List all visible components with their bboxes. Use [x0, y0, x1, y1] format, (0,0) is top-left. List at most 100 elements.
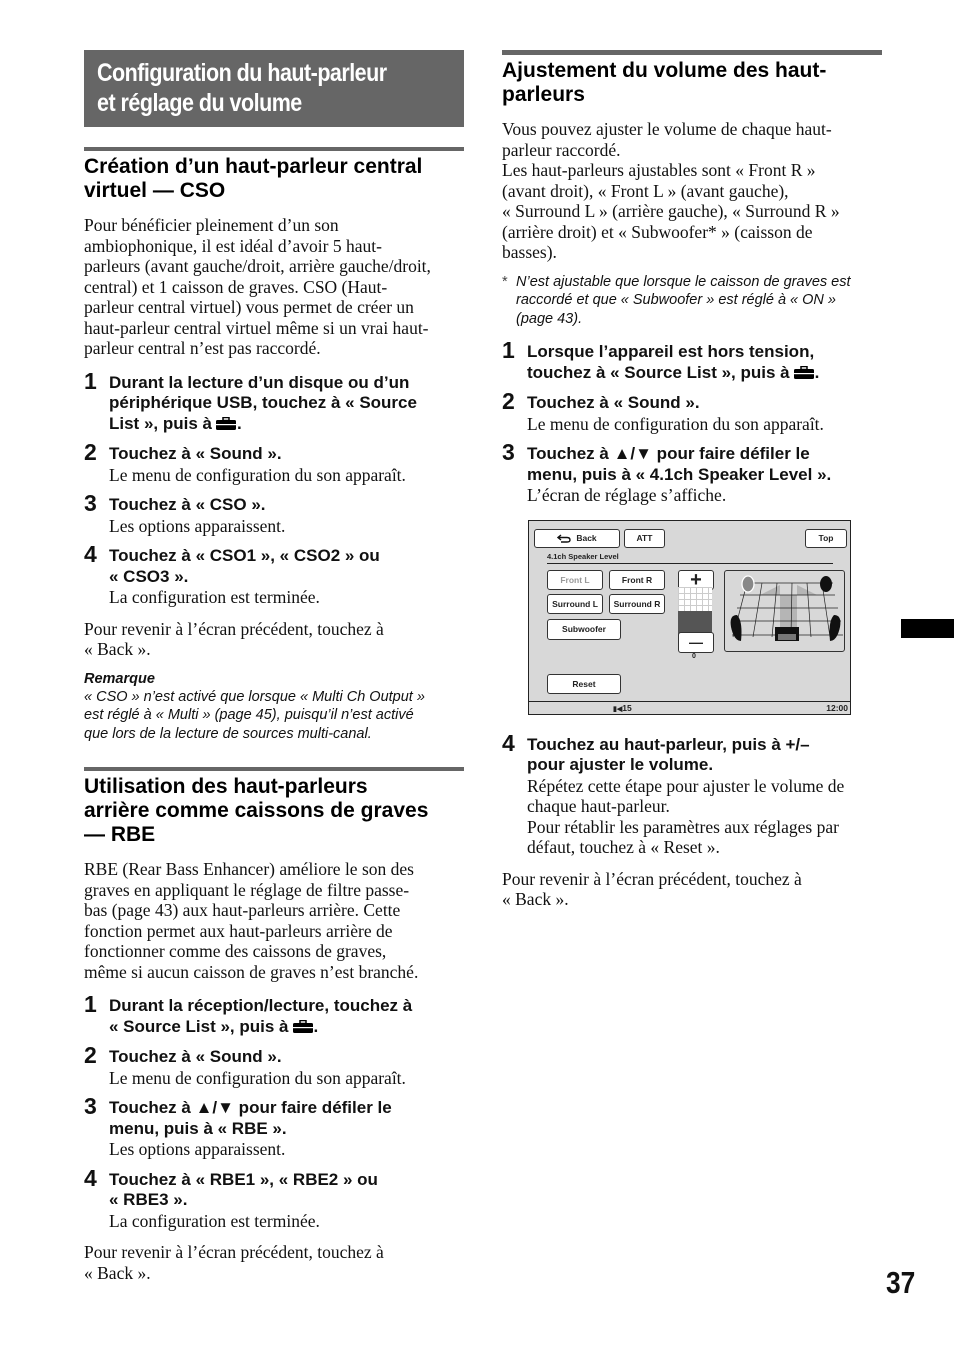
front-r-button[interactable]: Front R: [609, 569, 665, 590]
remark-title: Remarque: [84, 670, 155, 687]
screen-title: 4.1ch Speaker Level: [547, 551, 619, 561]
step-title: Touchez à « Sound ».: [527, 393, 882, 414]
surround-l-label: Surround L: [552, 598, 598, 609]
step-title-line: Touchez à « CSO ».: [109, 495, 266, 514]
surround-left-speaker-icon: [730, 614, 742, 641]
step-description: Le menu de configuration du son apparaît…: [109, 465, 464, 486]
step-title-line: « CSO3 ».: [109, 566, 189, 586]
step-title-line: Touchez à « Sound ».: [109, 1047, 282, 1066]
step-description: Le menu de configuration du son apparaît…: [109, 1068, 464, 1089]
surround-l-button[interactable]: Surround L: [547, 593, 603, 614]
step-desc-line: Les options apparaissent.: [109, 515, 286, 536]
back-button[interactable]: Back: [534, 528, 620, 548]
footnote: * N’est ajustable que lorsque le caisson…: [502, 273, 882, 329]
step-title-line: Touchez au haut-parleur, puis à +/–: [527, 734, 810, 754]
text-line: parleurs (avant gauche/droit, arrière ga…: [84, 256, 431, 276]
minus-icon: —: [689, 634, 703, 650]
rbe-step-3: 3 Touchez à ▲/▼ pour faire défiler le me…: [84, 1094, 464, 1160]
toolbox-icon: [215, 416, 236, 430]
att-button[interactable]: ATT: [624, 528, 665, 548]
step-title-line: Touchez à ▲/▼ pour faire défiler le: [527, 444, 810, 463]
text-line: « Surround L » (arrière gauche), « Surro…: [502, 201, 840, 221]
rbe-back-note: Pour revenir à l’écran précédent, touche…: [84, 1242, 464, 1283]
step-desc-line: Le menu de configuration du son apparaît…: [109, 1067, 406, 1088]
section-heading-cso: Création d’un haut-parleur central virtu…: [84, 147, 464, 203]
volume-intro: Vous pouvez ajuster le volume de chaque …: [502, 119, 882, 263]
step-title: Touchez à « RBE1 », « RBE2 » ou « RBE3 »…: [109, 1170, 464, 1211]
minus-button[interactable]: —: [678, 631, 714, 653]
text-line: graves en appliquant le réglage de filtr…: [84, 879, 410, 900]
level-meter: [678, 586, 712, 635]
surround-r-button[interactable]: Surround R: [609, 593, 665, 614]
cso-intro: Pour bénéficier pleinement d’un son ambi…: [84, 215, 464, 359]
step-desc-line: Le menu de configuration du son apparaît…: [109, 464, 406, 485]
text-line: parleur central virtuel) vous permet de …: [84, 297, 414, 317]
step-title: Touchez à « Sound ».: [109, 1047, 464, 1068]
step-number: 4: [502, 729, 515, 756]
reset-button[interactable]: Reset: [547, 673, 621, 694]
cso-back-note: Pour revenir à l’écran précédent, touche…: [84, 619, 464, 660]
front-l-button[interactable]: Front L: [547, 569, 603, 590]
main-title: Configuration du haut-parleur et réglage…: [84, 50, 464, 127]
text-line: N’est ajustable que lorsque le caisson d…: [516, 273, 851, 290]
step-title-line: périphérique USB, touchez à « Source: [109, 393, 417, 412]
top-button[interactable]: Top: [805, 528, 847, 548]
step-number: 1: [84, 367, 97, 394]
cso-step-3: 3 Touchez à « CSO ». Les options apparai…: [84, 491, 464, 536]
step-number: 3: [84, 490, 97, 516]
step-title: Touchez à « Sound ».: [109, 444, 464, 465]
text-line: parleur raccordé.: [502, 139, 621, 160]
text-line: (avant droit), « Front L » (avant gauche…: [502, 180, 789, 201]
step-number: 2: [502, 388, 515, 414]
back-label: Back: [576, 533, 597, 543]
footnote-marker: *: [502, 273, 508, 290]
text-line: Pour revenir à l’écran précédent, touche…: [502, 868, 802, 889]
top-label: Top: [818, 533, 834, 543]
toolbox-icon: [292, 1019, 313, 1033]
text-line: central) et 1 caisson de graves. CSO (Ha…: [84, 276, 388, 297]
text-line: (arrière droit) et « Subwoofer* » (caiss…: [502, 221, 813, 242]
clock: 12:00: [826, 702, 848, 713]
cso-step-4: 4 Touchez à « CSO1 », « CSO2 » ou « CSO3…: [84, 542, 464, 608]
text-line: RBE (Rear Bass Enhancer) améliore le son…: [84, 859, 414, 879]
volume-step-3: 3 Touchez à ▲/▼ pour faire défiler le me…: [502, 440, 882, 506]
text-line: même si aucun caisson de graves n’est br…: [84, 961, 419, 982]
heading-line: arrière comme caissons de graves: [84, 799, 429, 822]
meter-fill: [678, 610, 712, 635]
step-title-line: List », puis à.: [109, 413, 242, 433]
text-line: « Back ».: [84, 639, 151, 659]
step-title-line: menu, puis à « 4.1ch Speaker Level ».: [527, 464, 832, 484]
text-line: haut-parleur central virtuel même si un …: [84, 317, 429, 338]
step-title-line: pour ajuster le volume.: [527, 755, 714, 774]
step-title-line: Touchez à « Sound ».: [527, 393, 700, 412]
subwoofer-button[interactable]: Subwoofer: [547, 618, 621, 640]
speaker-diagram: [724, 569, 845, 652]
step-title-text: « Source List », puis à: [109, 1016, 289, 1036]
step-desc-line: Répétez cette étape pour ajuster le volu…: [527, 775, 845, 796]
step-title: Durant la lecture d’un disque ou d’un pé…: [109, 373, 464, 435]
step-title: Lorsque l’appareil est hors tension, tou…: [527, 342, 882, 383]
status-bar: ▮◀15 12:00: [529, 700, 850, 714]
text-line: basses).: [502, 242, 557, 262]
step-desc-line: Le menu de configuration du son apparaît…: [527, 413, 824, 434]
heading-line: Création d’un haut-parleur central: [84, 155, 423, 178]
att-label: ATT: [636, 533, 653, 543]
step-title: Touchez au haut-parleur, puis à +/– pour…: [527, 735, 882, 776]
step-title-line: Durant la réception/lecture, touchez à: [109, 996, 413, 1015]
step-description: Le menu de configuration du son apparaît…: [527, 414, 882, 435]
right-column: Ajustement du volume des haut- parleurs …: [502, 50, 882, 910]
front-r-label: Front R: [621, 574, 653, 585]
left-column: Configuration du haut-parleur et réglage…: [84, 50, 464, 1283]
text-line: Pour revenir à l’écran précédent, touche…: [84, 1242, 384, 1262]
surround-r-label: Surround R: [613, 598, 661, 609]
step-title-line: touchez à « Source List », puis à.: [527, 362, 820, 382]
heading-line: virtuel — CSO: [84, 179, 226, 202]
step-description: La configuration est terminée.: [109, 587, 464, 608]
volume-value: 15: [622, 702, 632, 713]
section-tab-marker: [901, 619, 954, 638]
reset-label: Reset: [572, 678, 596, 689]
toolbox-icon: [793, 365, 814, 379]
text-line: fonctionner comme des caissons de graves…: [84, 941, 387, 961]
step-title-line: Touchez à « RBE1 », « RBE2 » ou: [109, 1169, 378, 1189]
step-title: Touchez à « CSO ».: [109, 495, 464, 516]
